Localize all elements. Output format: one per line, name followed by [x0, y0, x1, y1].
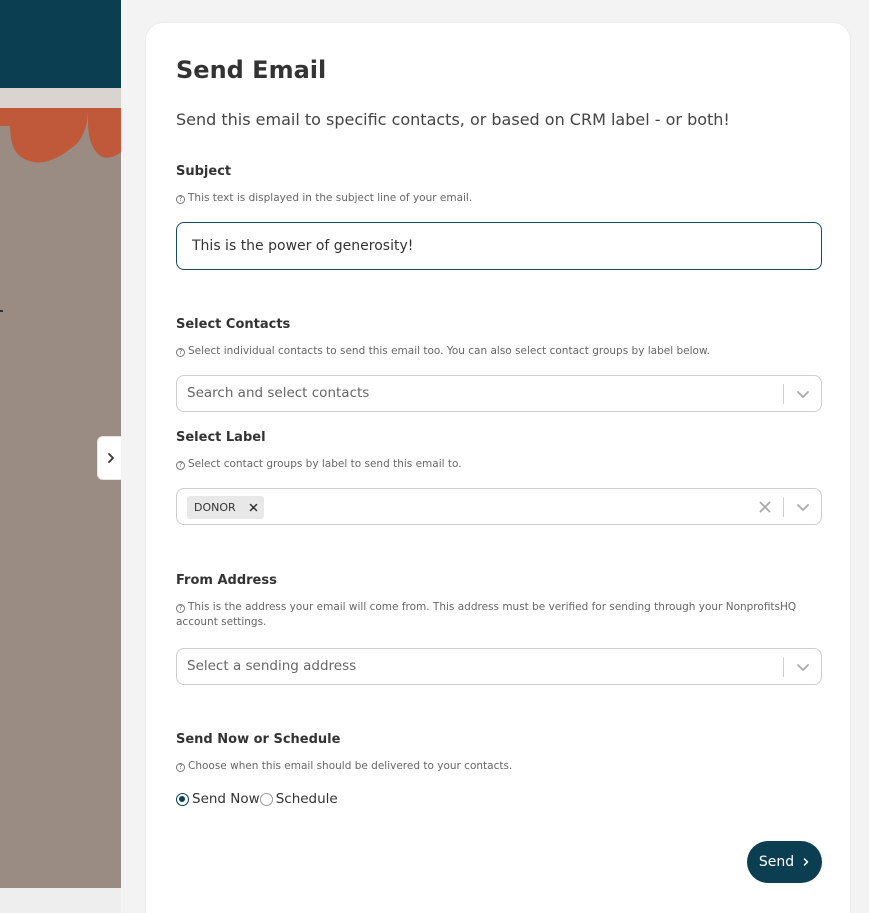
chevron-down-icon[interactable] — [795, 659, 811, 675]
background-header — [0, 0, 121, 88]
select-divider — [783, 384, 784, 404]
label-select[interactable]: DONOR — [176, 488, 822, 525]
schedule-radio-group: Send Now Schedule — [176, 791, 338, 807]
chevron-right-icon — [107, 453, 114, 463]
background-mark — [0, 310, 3, 312]
select-divider — [783, 657, 784, 677]
send-email-modal: Send Email Send this email to specific c… — [145, 22, 851, 913]
contacts-select[interactable]: Search and select contacts — [176, 375, 822, 412]
send-now-radio[interactable] — [176, 792, 189, 806]
from-address-select[interactable]: Select a sending address — [176, 648, 822, 685]
send-button-label: Send — [758, 854, 795, 870]
label-select-help-text: Select contact groups by label to send t… — [188, 458, 462, 470]
schedule-option[interactable]: Schedule — [259, 791, 338, 807]
select-divider — [783, 497, 784, 517]
contacts-help-text: Select individual contacts to send this … — [188, 345, 710, 357]
subject-input[interactable] — [176, 222, 822, 270]
question-circle-icon: ? — [176, 195, 185, 204]
from-address-label: From Address — [176, 573, 277, 588]
question-circle-icon: ? — [176, 763, 185, 772]
question-circle-icon: ? — [176, 348, 185, 357]
remove-tag-button[interactable] — [244, 496, 264, 519]
drawer-collapse-button[interactable] — [97, 436, 123, 480]
background-divider — [0, 88, 121, 108]
schedule-help-text: Choose when this email should be deliver… — [188, 760, 513, 772]
from-address-help-text: This is the address your email will come… — [176, 601, 797, 628]
selected-label-tag: DONOR — [187, 496, 264, 519]
close-icon — [249, 503, 258, 512]
schedule-help: ? Choose when this email should be delive… — [176, 759, 822, 774]
chevron-right-icon — [803, 858, 809, 866]
from-address-placeholder: Select a sending address — [187, 658, 357, 674]
contacts-help: ? Select individual contacts to send this… — [176, 344, 822, 359]
subject-help: ? This text is displayed in the subject l… — [176, 191, 822, 206]
label-select-label: Select Label — [176, 430, 266, 445]
drawer-panel: Send Email Send this email to specific c… — [121, 0, 869, 913]
from-address-help: ? This is the address your email will com… — [176, 600, 822, 630]
modal-title: Send Email — [176, 56, 327, 84]
subject-label: Subject — [176, 164, 232, 179]
contacts-placeholder: Search and select contacts — [187, 385, 370, 401]
question-circle-icon: ? — [176, 461, 185, 470]
question-circle-icon: ? — [176, 604, 185, 613]
schedule-option-label: Schedule — [275, 791, 338, 807]
background-footer — [0, 888, 121, 913]
close-icon[interactable] — [757, 499, 773, 515]
schedule-label: Send Now or Schedule — [176, 732, 341, 747]
modal-subtitle: Send this email to specific contacts, or… — [176, 110, 730, 129]
send-now-label: Send Now — [192, 791, 260, 807]
chevron-down-icon[interactable] — [795, 386, 811, 402]
contacts-label: Select Contacts — [176, 317, 291, 332]
label-select-help: ? Select contact groups by label to send … — [176, 457, 822, 472]
chevron-down-icon[interactable] — [795, 499, 811, 515]
awning-graphic — [0, 108, 121, 163]
selected-label-text: DONOR — [194, 501, 236, 514]
subject-help-text: This text is displayed in the subject li… — [188, 192, 473, 204]
send-now-option[interactable]: Send Now — [176, 791, 260, 807]
schedule-radio[interactable] — [259, 792, 273, 806]
send-button[interactable]: Send — [747, 841, 822, 883]
